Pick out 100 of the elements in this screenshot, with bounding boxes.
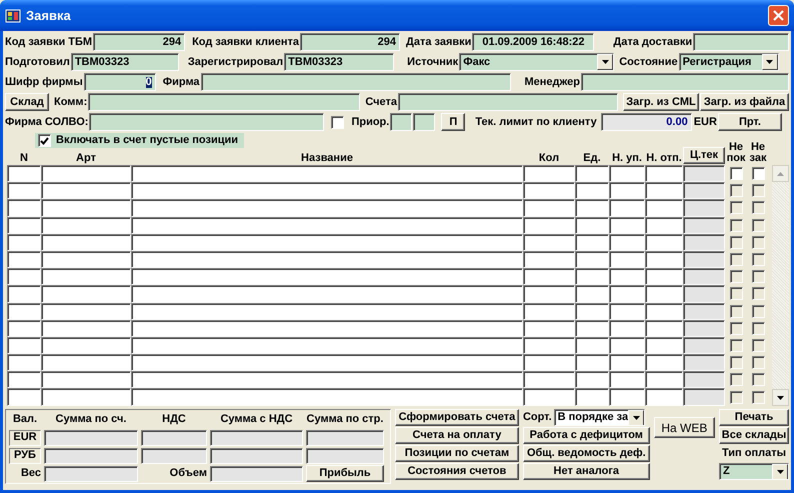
- table-cell[interactable]: [41, 354, 131, 372]
- table-cell[interactable]: [41, 302, 131, 320]
- button[interactable]: Печать: [719, 409, 789, 426]
- input-field[interactable]: [88, 93, 360, 111]
- table-cell[interactable]: [7, 336, 41, 354]
- table-cell[interactable]: [131, 216, 523, 234]
- table-cell[interactable]: [645, 285, 683, 302]
- table-cell[interactable]: [575, 250, 609, 268]
- checkbox[interactable]: [38, 134, 51, 147]
- button[interactable]: Нет аналога: [522, 463, 650, 480]
- table-cell[interactable]: [575, 182, 609, 200]
- table-cell[interactable]: [645, 250, 683, 268]
- table-cell[interactable]: [7, 285, 41, 302]
- button[interactable]: Загр. из CML: [623, 93, 699, 111]
- table-cell[interactable]: [523, 199, 575, 217]
- table-cell[interactable]: [645, 320, 683, 337]
- table-cell[interactable]: [523, 302, 575, 320]
- input-field[interactable]: [89, 113, 324, 131]
- table-cell[interactable]: [609, 182, 645, 200]
- table-cell[interactable]: [131, 320, 523, 337]
- button[interactable]: Прибыль: [306, 465, 384, 482]
- input-field[interactable]: TBM03323: [284, 53, 394, 71]
- table-cell[interactable]: [523, 336, 575, 354]
- table-cell[interactable]: [609, 336, 645, 354]
- table-cell[interactable]: [523, 250, 575, 268]
- table-cell[interactable]: [41, 250, 131, 268]
- table-cell[interactable]: [523, 320, 575, 337]
- table-cell[interactable]: [523, 268, 575, 286]
- table-cell[interactable]: [523, 285, 575, 302]
- table-cell[interactable]: [131, 285, 523, 302]
- table-cell[interactable]: [131, 182, 523, 200]
- table-cell[interactable]: [645, 234, 683, 251]
- button[interactable]: Все склады: [719, 427, 789, 444]
- table-cell[interactable]: [523, 216, 575, 234]
- table-cell[interactable]: [645, 199, 683, 217]
- table-cell[interactable]: [131, 336, 523, 354]
- table-cell[interactable]: [7, 388, 41, 406]
- table-cell[interactable]: [609, 268, 645, 286]
- table-cell[interactable]: [41, 320, 131, 337]
- checkbox[interactable]: [730, 167, 742, 180]
- table-cell[interactable]: [575, 234, 609, 251]
- table-cell[interactable]: [575, 285, 609, 302]
- table-cell[interactable]: [523, 234, 575, 251]
- table-cell[interactable]: [645, 165, 683, 182]
- table-cell[interactable]: [575, 302, 609, 320]
- table-cell[interactable]: [7, 165, 41, 182]
- table-cell[interactable]: [645, 182, 683, 200]
- table-cell[interactable]: [131, 165, 523, 182]
- input-field[interactable]: 294: [300, 33, 400, 51]
- table-cell[interactable]: [575, 388, 609, 406]
- button[interactable]: Склад: [5, 93, 49, 111]
- button[interactable]: Счета на оплату: [394, 427, 519, 444]
- table-cell[interactable]: [609, 302, 645, 320]
- table-cell[interactable]: [609, 165, 645, 182]
- button[interactable]: Сформировать счета: [394, 409, 519, 426]
- table-cell[interactable]: [131, 388, 523, 406]
- table-cell[interactable]: [7, 250, 41, 268]
- table-cell[interactable]: [131, 302, 523, 320]
- dropdown-field[interactable]: Z: [719, 463, 789, 480]
- table-cell[interactable]: [7, 199, 41, 217]
- scroll-down-button[interactable]: [772, 389, 789, 406]
- input-field[interactable]: [200, 73, 512, 91]
- table-cell[interactable]: [41, 216, 131, 234]
- table-cell[interactable]: [575, 216, 609, 234]
- dropdown-field[interactable]: В порядке за: [554, 409, 646, 426]
- vertical-scrollbar[interactable]: [772, 165, 789, 406]
- table-cell[interactable]: [7, 234, 41, 251]
- table-cell[interactable]: [575, 165, 609, 182]
- table-cell[interactable]: [575, 354, 609, 372]
- dropdown-button[interactable]: [762, 54, 778, 70]
- table-cell[interactable]: [609, 320, 645, 337]
- input-field[interactable]: TBM03323: [70, 53, 179, 71]
- button[interactable]: Работа с дефицитом: [522, 427, 650, 444]
- table-cell[interactable]: [575, 199, 609, 217]
- table-cell[interactable]: [609, 216, 645, 234]
- table-cell[interactable]: [131, 354, 523, 372]
- table-cell[interactable]: [609, 285, 645, 302]
- input-field[interactable]: 0: [84, 73, 156, 91]
- table-cell[interactable]: [609, 388, 645, 406]
- button[interactable]: Общ. ведомость деф.: [522, 445, 650, 462]
- table-cell[interactable]: [645, 216, 683, 234]
- input-field[interactable]: 294: [93, 33, 186, 51]
- close-button[interactable]: [768, 5, 789, 26]
- table-cell[interactable]: [575, 268, 609, 286]
- table-cell[interactable]: [41, 165, 131, 182]
- table-cell[interactable]: [41, 182, 131, 200]
- table-cell[interactable]: [7, 371, 41, 388]
- input-field[interactable]: [581, 73, 789, 91]
- table-cell[interactable]: [523, 182, 575, 200]
- input-field[interactable]: [390, 113, 412, 131]
- table-cell[interactable]: [131, 199, 523, 217]
- table-cell[interactable]: [7, 268, 41, 286]
- table-cell[interactable]: [7, 182, 41, 200]
- table-cell[interactable]: [41, 268, 131, 286]
- dropdown-button[interactable]: [597, 54, 614, 70]
- table-cell[interactable]: [41, 336, 131, 354]
- table-cell[interactable]: [523, 371, 575, 388]
- table-cell[interactable]: [7, 354, 41, 372]
- input-field[interactable]: [693, 33, 789, 51]
- table-cell[interactable]: [131, 371, 523, 388]
